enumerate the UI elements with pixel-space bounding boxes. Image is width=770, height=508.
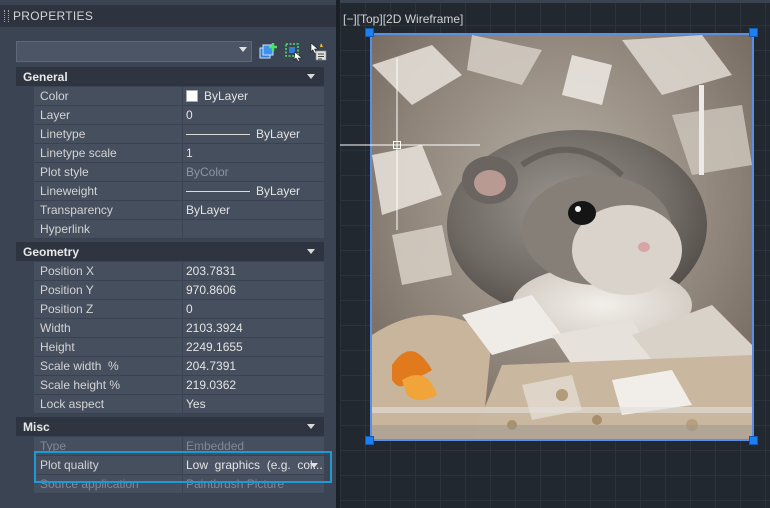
section-title: Geometry: [23, 245, 80, 259]
section-title: General: [23, 70, 68, 84]
viewport-top-border: [340, 0, 770, 3]
property-label: Position Y: [40, 283, 94, 297]
quick-select-button[interactable]: [307, 41, 328, 62]
property-label: Position X: [40, 264, 95, 278]
image-grip-bottom-left[interactable]: [365, 436, 374, 445]
property-label: Plot style: [40, 165, 89, 179]
property-row-scale-width[interactable]: Scale width % 204.7391: [16, 357, 324, 376]
select-objects-icon: [285, 43, 303, 62]
property-row-color[interactable]: Color ByLayer: [16, 87, 324, 106]
property-label: Scale width %: [40, 359, 119, 373]
property-row-lineweight[interactable]: Lineweight ByLayer: [16, 182, 324, 201]
property-value[interactable]: 0: [186, 302, 193, 316]
image-grip-bottom-right[interactable]: [749, 436, 758, 445]
property-label: Scale height %: [40, 378, 121, 392]
section-geometry[interactable]: Geometry: [16, 242, 324, 261]
select-objects-button[interactable]: [283, 41, 304, 62]
property-label: Width: [40, 321, 71, 335]
property-row-position-y[interactable]: Position Y 970.8606: [16, 281, 324, 300]
property-value[interactable]: 203.7831: [186, 264, 236, 278]
property-row-linetype-scale[interactable]: Linetype scale 1: [16, 144, 324, 163]
property-row-height[interactable]: Height 2249.1655: [16, 338, 324, 357]
palette-title: PROPERTIES: [13, 9, 94, 23]
property-row-transparency[interactable]: Transparency ByLayer: [16, 201, 324, 220]
object-type-dropdown[interactable]: [16, 41, 252, 62]
image-grip-top-left[interactable]: [365, 28, 374, 37]
property-value[interactable]: ByLayer: [204, 89, 248, 103]
property-value[interactable]: 204.7391: [186, 359, 236, 373]
property-label: Position Z: [40, 302, 94, 316]
property-label: Layer: [40, 108, 71, 122]
collapse-caret-icon[interactable]: [307, 249, 315, 254]
section-general[interactable]: General: [16, 67, 324, 86]
property-value[interactable]: ByLayer: [256, 127, 300, 141]
property-label: Lock aspect: [40, 397, 105, 411]
property-value[interactable]: 1: [186, 146, 193, 160]
image-grip-top-right[interactable]: [749, 28, 758, 37]
property-row-width[interactable]: Width 2103.3924: [16, 319, 324, 338]
property-value[interactable]: ByLayer: [256, 184, 300, 198]
property-label: Hyperlink: [40, 222, 91, 236]
color-swatch: [186, 90, 198, 102]
property-row-scale-height[interactable]: Scale height % 219.0362: [16, 376, 324, 395]
palette-grip-icon[interactable]: [4, 10, 9, 22]
viewport-controls-label[interactable]: [−][Top][2D Wireframe]: [343, 12, 463, 26]
property-row-lock-aspect[interactable]: Lock aspect Yes: [16, 395, 324, 414]
property-label: Transparency: [40, 203, 113, 217]
property-value[interactable]: 2249.1655: [186, 340, 243, 354]
property-label: Linetype: [40, 127, 86, 141]
property-row-position-x[interactable]: Position X 203.7831: [16, 262, 324, 281]
property-label: Linetype scale: [40, 146, 117, 160]
property-row-position-z[interactable]: Position Z 0: [16, 300, 324, 319]
properties-palette: PROPERTIES General Color ByLayer Layer 0…: [0, 0, 336, 508]
property-row-plot-style[interactable]: Plot style ByColor: [16, 163, 324, 182]
property-value[interactable]: 2103.3924: [186, 321, 243, 335]
property-label: Lineweight: [40, 184, 98, 198]
property-value[interactable]: ByLayer: [186, 203, 230, 217]
quick-select-icon: [310, 42, 327, 61]
property-value[interactable]: 219.0362: [186, 378, 236, 392]
property-value: ByColor: [186, 165, 229, 179]
collapse-caret-icon[interactable]: [307, 424, 315, 429]
property-label: Color: [40, 89, 69, 103]
property-label: Height: [40, 340, 75, 354]
section-misc[interactable]: Misc: [16, 417, 324, 436]
property-row-layer[interactable]: Layer 0: [16, 106, 324, 125]
property-row-linetype[interactable]: Linetype ByLayer: [16, 125, 324, 144]
toggle-pickadd-button[interactable]: [258, 41, 279, 62]
pickadd-icon: [259, 43, 277, 59]
property-row-hyperlink[interactable]: Hyperlink: [16, 220, 324, 239]
linetype-preview: [186, 134, 250, 135]
selection-highlight: [34, 451, 332, 483]
property-value[interactable]: 970.8606: [186, 283, 236, 297]
section-title: Misc: [23, 420, 50, 434]
crosshair-cursor: [340, 58, 480, 230]
palette-header[interactable]: PROPERTIES: [0, 5, 336, 27]
lineweight-preview: [186, 191, 250, 192]
chevron-down-icon: [239, 47, 247, 52]
collapse-caret-icon[interactable]: [307, 74, 315, 79]
property-value[interactable]: Yes: [186, 397, 206, 411]
property-value[interactable]: 0: [186, 108, 193, 122]
